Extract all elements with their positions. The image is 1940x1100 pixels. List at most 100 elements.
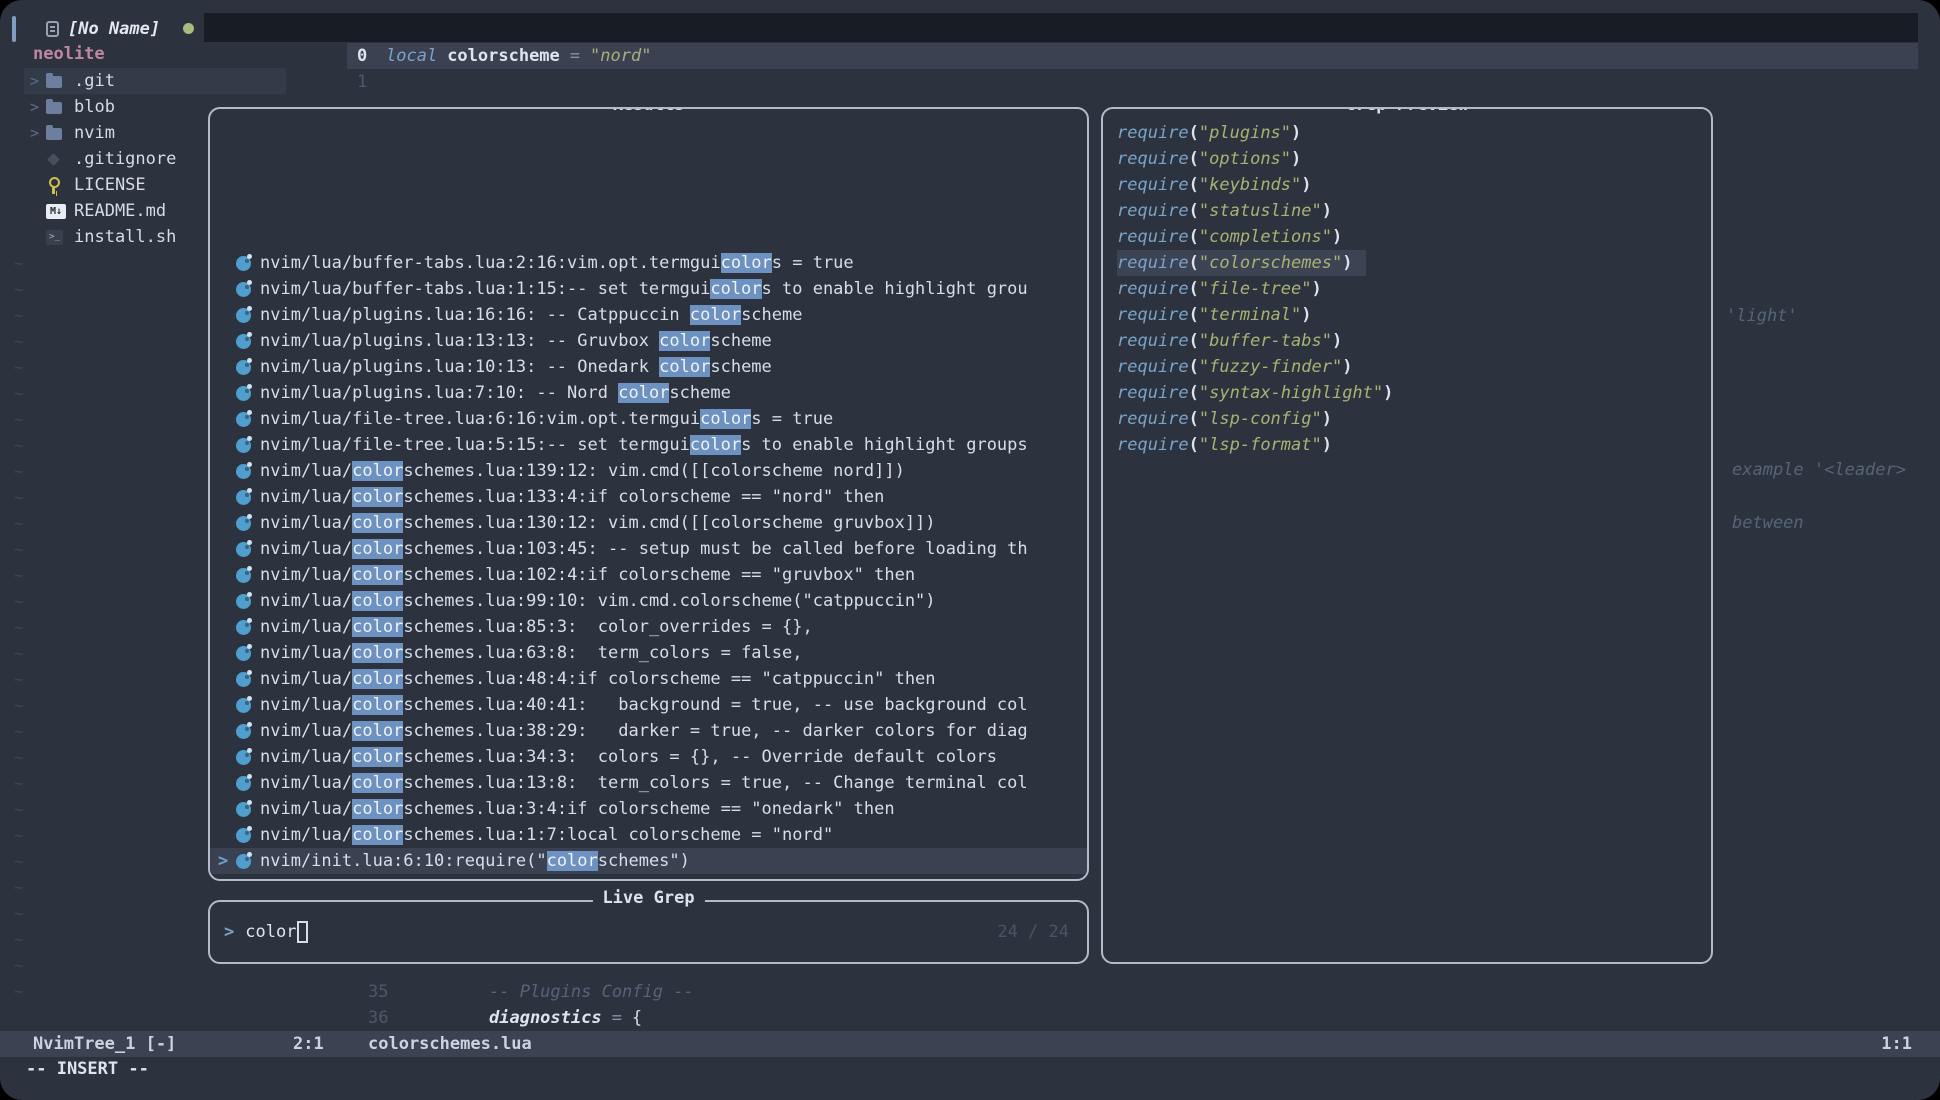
file-icon (46, 21, 59, 37)
tilde-marker: ~ (14, 354, 24, 380)
tilde-marker: ~ (14, 510, 24, 536)
result-row[interactable]: nvim/lua/colorschemes.lua:3:4:if colorsc… (210, 796, 1087, 822)
lua-icon (236, 568, 251, 583)
tree-item-.git[interactable]: >.git (24, 68, 286, 94)
tilde-marker: ~ (14, 848, 24, 874)
match-highlight: color (700, 409, 751, 429)
tree-item-label: blob (74, 97, 115, 117)
result-post: s to enable highlight grou (762, 279, 1028, 299)
lua-icon (236, 516, 251, 531)
line-number: 0 (357, 46, 369, 66)
result-text: nvim/lua/colorschemes.lua:63:8: term_col… (260, 643, 802, 663)
result-row[interactable]: nvim/lua/file-tree.lua:6:16:vim.opt.term… (210, 406, 1087, 432)
preview-line[interactable]: require("completions") (1103, 224, 1711, 250)
result-pre: nvim/init.lua:6:10:require(" (260, 851, 547, 871)
result-row[interactable]: nvim/lua/colorschemes.lua:103:45: -- set… (210, 536, 1087, 562)
search-query: color (245, 922, 296, 942)
lua-icon (236, 438, 251, 453)
result-row[interactable]: nvim/lua/colorschemes.lua:133:4:if color… (210, 484, 1087, 510)
match-highlight: color (690, 305, 741, 325)
text-cursor (297, 921, 308, 943)
result-row[interactable]: nvim/lua/colorschemes.lua:139:12: vim.cm… (210, 458, 1087, 484)
result-row[interactable]: nvim/lua/plugins.lua:13:13: -- Gruvbox c… (210, 328, 1087, 354)
result-row[interactable]: >nvim/init.lua:6:10:require("colorscheme… (210, 848, 1087, 874)
module-string: "colorschemes" (1199, 253, 1342, 273)
function-name: require (1117, 357, 1189, 377)
result-text: nvim/lua/plugins.lua:10:13: -- Onedark c… (260, 357, 772, 377)
result-row[interactable]: nvim/lua/buffer-tabs.lua:2:16:vim.opt.te… (210, 250, 1087, 276)
result-row[interactable]: nvim/lua/colorschemes.lua:13:8: term_col… (210, 770, 1087, 796)
preview-line[interactable]: require("buffer-tabs") (1103, 328, 1711, 354)
preview-line[interactable]: require("syntax-highlight") (1103, 380, 1711, 406)
result-row[interactable]: nvim/lua/colorschemes.lua:34:3: colors =… (210, 744, 1087, 770)
diamond-icon (47, 153, 60, 166)
md-icon (46, 204, 66, 219)
preview-line[interactable]: require("options") (1103, 146, 1711, 172)
result-post: schemes.lua:40:41: background = true, --… (403, 695, 1027, 715)
lua-icon (236, 828, 251, 843)
preview-line[interactable]: require("fuzzy-finder") (1103, 354, 1711, 380)
result-row[interactable]: nvim/lua/buffer-tabs.lua:1:15:-- set ter… (210, 276, 1087, 302)
open-paren: ( (1189, 175, 1199, 195)
lua-icon (236, 724, 251, 739)
bg-text-light: 'light' (1726, 303, 1798, 329)
open-paren: ( (1189, 357, 1199, 377)
tilde-marker: ~ (14, 926, 24, 952)
preview-code: require("plugins") (1117, 120, 1301, 146)
result-row[interactable]: nvim/lua/colorschemes.lua:99:10: vim.cmd… (210, 588, 1087, 614)
result-text: nvim/lua/colorschemes.lua:103:45: -- set… (260, 539, 1028, 559)
buffer-line-0: 0localcolorscheme="nord" (357, 43, 651, 69)
match-highlight: color (721, 253, 772, 273)
tilde-marker: ~ (14, 250, 24, 276)
tab-no-name[interactable]: [No Name] (46, 15, 160, 43)
result-row[interactable]: nvim/lua/colorschemes.lua:1:7:local colo… (210, 822, 1087, 848)
result-row[interactable]: nvim/lua/plugins.lua:10:13: -- Onedark c… (210, 354, 1087, 380)
function-name: require (1117, 175, 1189, 195)
result-row[interactable]: nvim/lua/colorschemes.lua:85:3: color_ov… (210, 614, 1087, 640)
module-string: "keybinds" (1199, 175, 1301, 195)
function-name: require (1117, 227, 1189, 247)
result-row[interactable]: nvim/lua/colorschemes.lua:38:29: darker … (210, 718, 1087, 744)
preview-line[interactable]: require("file-tree") (1103, 276, 1711, 302)
lua-icon (236, 360, 251, 375)
result-pre: nvim/lua/plugins.lua:13:13: -- Gruvbox (260, 331, 659, 351)
lua-icon (236, 620, 251, 635)
result-row[interactable]: nvim/lua/file-tree.lua:5:15:-- set termg… (210, 432, 1087, 458)
preview-line[interactable]: require("lsp-config") (1103, 406, 1711, 432)
preview-line[interactable]: require("terminal") (1103, 302, 1711, 328)
result-pre: nvim/lua/ (260, 643, 352, 663)
result-row[interactable]: nvim/lua/colorschemes.lua:48:4:if colors… (210, 666, 1087, 692)
result-post: schemes.lua:48:4:if colorscheme == "catp… (403, 669, 935, 689)
result-pre: nvim/lua/plugins.lua:10:13: -- Onedark (260, 357, 659, 377)
result-counter: 24 / 24 (997, 902, 1069, 962)
result-post: scheme (669, 383, 730, 403)
preview-line[interactable]: require("statusline") (1103, 198, 1711, 224)
lua-icon (236, 386, 251, 401)
tree-item-label: install.sh (74, 227, 176, 247)
key-icon (48, 177, 59, 194)
preview-line[interactable]: require("colorschemes") (1103, 250, 1711, 276)
results-title: Results (603, 107, 695, 115)
result-text: nvim/lua/colorschemes.lua:99:10: vim.cmd… (260, 591, 936, 611)
tilde-marker: ~ (14, 874, 24, 900)
result-text: nvim/lua/file-tree.lua:5:15:-- set termg… (260, 435, 1028, 455)
result-post: scheme (741, 305, 802, 325)
result-row[interactable]: nvim/lua/colorschemes.lua:130:12: vim.cm… (210, 510, 1087, 536)
neovim-screen: [No Name] 0localcolorscheme="nord" 1 neo… (0, 0, 1940, 1100)
tree-root-label[interactable]: neolite (33, 41, 105, 67)
match-highlight: color (659, 357, 710, 377)
result-row[interactable]: nvim/lua/colorschemes.lua:102:4:if color… (210, 562, 1087, 588)
bg-line-35: -- Plugins Config -- (489, 979, 694, 1005)
mode-indicator: -- INSERT -- (26, 1056, 149, 1082)
result-row[interactable]: nvim/lua/plugins.lua:16:16: -- Catppucci… (210, 302, 1087, 328)
preview-list: require("plugins")require("options")requ… (1103, 120, 1711, 458)
folder-icon (46, 76, 62, 88)
lua-icon (236, 776, 251, 791)
preview-line[interactable]: require("keybinds") (1103, 172, 1711, 198)
preview-line[interactable]: require("lsp-format") (1103, 432, 1711, 458)
result-row[interactable]: nvim/lua/plugins.lua:7:10: -- Nord color… (210, 380, 1087, 406)
result-row[interactable]: nvim/lua/colorschemes.lua:40:41: backgro… (210, 692, 1087, 718)
preview-line[interactable]: require("plugins") (1103, 120, 1711, 146)
search-input[interactable]: >color (210, 902, 1087, 962)
result-row[interactable]: nvim/lua/colorschemes.lua:63:8: term_col… (210, 640, 1087, 666)
